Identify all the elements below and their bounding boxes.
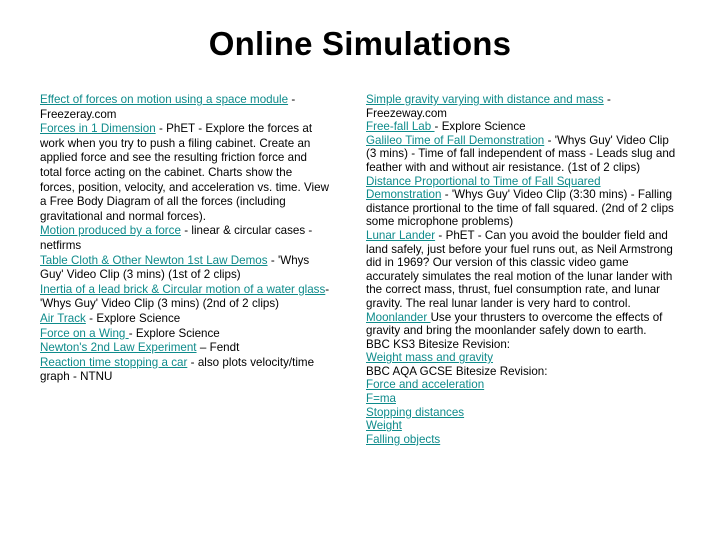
item-description: - Explore Science	[85, 311, 181, 325]
list-item: Table Cloth & Other Newton 1st Law Demos…	[40, 254, 330, 283]
list-item: Weight mass and gravity	[366, 351, 678, 365]
link-table-cloth-other-newton-1st-law-demos[interactable]: Table Cloth & Other Newton 1st Law Demos	[40, 254, 268, 267]
list-item: Force and acceleration	[366, 378, 678, 392]
item-description: - PhET - Explore the forces at work when…	[40, 122, 329, 223]
link-weight[interactable]: Weight	[366, 419, 402, 432]
right-content-column: Simple gravity varying with distance and…	[366, 93, 678, 446]
item-description: BBC AQA GCSE Bitesize Revision:	[366, 364, 548, 378]
link-simple-gravity-varying-with-distance-and[interactable]: Simple gravity varying with distance and…	[366, 93, 604, 106]
item-description: – Fendt	[196, 341, 240, 355]
list-item: Motion produced by a force - linear & ci…	[40, 224, 330, 253]
list-item: Effect of forces on motion using a space…	[40, 93, 330, 122]
slide-canvas: Online Simulations Effect of forces on m…	[0, 0, 720, 540]
link-f-ma[interactable]: F=ma	[366, 392, 396, 405]
left-content-column: Effect of forces on motion using a space…	[40, 93, 330, 385]
link-galileo-time-of-fall-demonstration[interactable]: Galileo Time of Fall Demonstration	[366, 134, 544, 147]
link-effect-of-forces-on-motion-using-a-space[interactable]: Effect of forces on motion using a space…	[40, 93, 288, 106]
list-item: Lunar Lander - PhET - Can you avoid the …	[366, 229, 678, 311]
link-force-on-a-wing[interactable]: Force on a Wing	[40, 327, 129, 340]
link-force-and-acceleration[interactable]: Force and acceleration	[366, 378, 484, 391]
list-item: Galileo Time of Fall Demonstration - 'Wh…	[366, 134, 678, 175]
item-description: - Explore Science	[128, 326, 220, 340]
list-item: Air Track - Explore Science	[40, 312, 330, 327]
list-item: Inertia of a lead brick & Circular motio…	[40, 283, 330, 312]
link-forces-in-1-dimension[interactable]: Forces in 1 Dimension	[40, 122, 156, 135]
list-item: Forces in 1 Dimension - PhET - Explore t…	[40, 122, 330, 224]
item-description: - Explore Science	[434, 120, 526, 134]
page-title: Online Simulations	[208, 25, 512, 62]
link-moonlander[interactable]: Moonlander	[366, 311, 431, 324]
link-weight-mass-and-gravity[interactable]: Weight mass and gravity	[366, 351, 493, 364]
list-item: Weight	[366, 419, 678, 433]
list-item: BBC KS3 Bitesize Revision:	[366, 338, 678, 352]
list-item: Moonlander Use your thrusters to overcom…	[366, 311, 678, 338]
list-item: BBC AQA GCSE Bitesize Revision:	[366, 365, 678, 379]
list-item: Free-fall Lab - Explore Science	[366, 120, 678, 134]
link-lunar-lander[interactable]: Lunar Lander	[366, 229, 435, 242]
list-item: Newton's 2nd Law Experiment – Fendt	[40, 341, 330, 356]
link-reaction-time-stopping-a-car[interactable]: Reaction time stopping a car	[40, 356, 187, 369]
list-item: Force on a Wing - Explore Science	[40, 327, 330, 342]
list-item: F=ma	[366, 392, 678, 406]
link-free-fall-lab[interactable]: Free-fall Lab	[366, 120, 435, 133]
list-item: Simple gravity varying with distance and…	[366, 93, 678, 120]
list-item: Distance Proportional to Time of Fall Sq…	[366, 175, 678, 229]
list-item: Falling objects	[366, 433, 678, 447]
link-motion-produced-by-a-force[interactable]: Motion produced by a force	[40, 224, 181, 237]
list-item: Reaction time stopping a car - also plot…	[40, 356, 330, 385]
list-item: Stopping distances	[366, 406, 678, 420]
item-description: BBC KS3 Bitesize Revision:	[366, 337, 510, 351]
link-stopping-distances[interactable]: Stopping distances	[366, 406, 464, 419]
link-falling-objects[interactable]: Falling objects	[366, 433, 440, 446]
link-inertia-of-a-lead-brick-circular-motion-[interactable]: Inertia of a lead brick & Circular motio…	[40, 283, 325, 296]
link-newton-s-2nd-law-experiment[interactable]: Newton's 2nd Law Experiment	[40, 341, 197, 354]
link-air-track[interactable]: Air Track	[40, 312, 86, 325]
